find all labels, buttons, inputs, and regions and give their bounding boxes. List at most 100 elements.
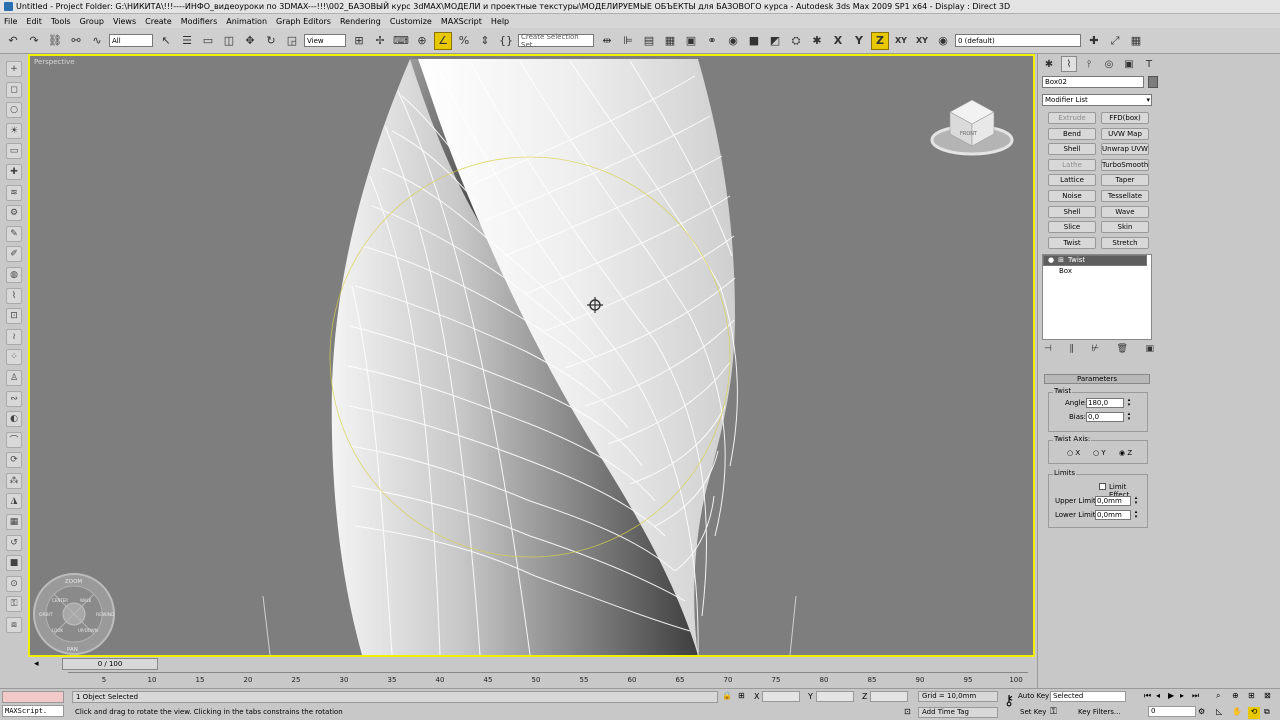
perspective-viewport[interactable]: FRONT ZOOM PAN ORBIT REWIND CENTER WALK … — [28, 54, 1035, 657]
motion-tab-icon[interactable]: ◎ — [1101, 56, 1117, 72]
current-frame-field[interactable]: 0 — [1148, 706, 1196, 717]
bind-space-warp-icon[interactable]: ∿ — [88, 32, 106, 50]
modifier-taper-button[interactable]: Taper — [1101, 174, 1149, 187]
particles-icon[interactable]: ⁘ — [6, 349, 22, 366]
wheel-center-label[interactable]: CENTER — [52, 598, 68, 603]
axis-z-radio[interactable]: ◉ Z — [1119, 449, 1132, 457]
wheel-rewind-label[interactable]: REWIND — [96, 612, 115, 618]
add-to-layer-icon[interactable]: ⤢ — [1106, 32, 1124, 50]
viewport-label[interactable]: Perspective — [34, 58, 75, 66]
wheel-zoom-label[interactable]: ZOOM — [65, 579, 82, 585]
reference-coordinate-dropdown[interactable]: View — [304, 34, 346, 47]
angle-spinner[interactable]: ▴ ▾ — [1126, 398, 1132, 408]
angle-snap-icon[interactable]: ∠ — [434, 31, 452, 50]
sphere-icon[interactable]: ◍ — [6, 266, 22, 283]
maximize-viewport-icon[interactable]: ⧉ — [1264, 707, 1270, 717]
redo-icon[interactable]: ↷ — [25, 32, 43, 50]
wheel-orbit-label[interactable]: ORBIT — [39, 612, 53, 618]
wheel-look-label[interactable]: LOOK — [52, 628, 63, 633]
modifier-bend-button[interactable]: Bend — [1048, 127, 1096, 140]
modifier-ffd-box-button[interactable]: FFD(box) — [1101, 112, 1149, 124]
geometry-icon[interactable]: ◻ — [6, 81, 22, 98]
bone-icon[interactable]: ⌇ — [6, 287, 22, 304]
menu-create[interactable]: Create — [145, 17, 172, 26]
modifier-uvw-map-button[interactable]: UVW Map — [1101, 127, 1149, 140]
menu-views[interactable]: Views — [113, 17, 136, 26]
auto-key-button[interactable]: Auto Key — [1018, 692, 1049, 700]
manipulate-icon[interactable]: ✢ — [371, 32, 389, 50]
menu-tools[interactable]: Tools — [51, 17, 71, 26]
viewport-canvas[interactable]: FRONT ZOOM PAN ORBIT REWIND CENTER WALK … — [30, 56, 1033, 655]
axis-y-radio[interactable]: ○ Y — [1093, 449, 1106, 457]
upper-limit-spinner[interactable]: ▴ ▾ — [1133, 496, 1139, 506]
material-editor-icon[interactable]: ◉ — [724, 32, 742, 50]
object-color-swatch[interactable] — [1148, 76, 1158, 88]
display-tab-icon[interactable]: ▣ — [1121, 56, 1137, 72]
align-icon[interactable]: ⊫ — [619, 32, 637, 50]
set-key-icon[interactable]: ⚷ — [1004, 693, 1014, 709]
wheel-pan-label[interactable]: PAN — [67, 647, 78, 653]
terrain-icon[interactable]: ◮ — [6, 493, 22, 510]
graphite-tool-icon[interactable]: ✎ — [6, 225, 22, 242]
modifier-list-dropdown[interactable]: Modifier List ▾ — [1042, 94, 1152, 106]
maxscript-listener-pink[interactable] — [2, 691, 64, 703]
lock-icon[interactable]: ⚿ — [6, 596, 22, 613]
mesh-icon[interactable]: ▦ — [6, 514, 22, 531]
steering-wheel[interactable]: ZOOM PAN ORBIT REWIND CENTER WALK LOOK U… — [33, 573, 115, 655]
selection-filter-dropdown[interactable]: All — [109, 34, 153, 47]
key-icon[interactable]: ⚿ — [1050, 707, 1057, 717]
show-end-result-icon[interactable]: ∥ — [1069, 344, 1074, 358]
modifier-noise-button[interactable]: Noise — [1048, 189, 1096, 202]
remove-modifier-icon[interactable]: 🗑 — [1117, 344, 1128, 358]
schematic-view-icon[interactable]: ⚭ — [703, 32, 721, 50]
loft-icon[interactable]: ⌒ — [6, 431, 22, 448]
modifier-turbosmooth-button[interactable]: TurboSmooth — [1101, 158, 1149, 171]
y-coord-field[interactable] — [816, 691, 854, 702]
go-to-end-icon[interactable]: ⏭ — [1192, 691, 1199, 701]
lock-selection-icon[interactable]: 🔒 — [722, 691, 732, 700]
edit-named-selection-icon[interactable]: {} — [497, 32, 515, 50]
create-icon[interactable]: + — [6, 61, 22, 77]
create-tab-icon[interactable]: ✱ — [1041, 56, 1057, 72]
add-time-tag[interactable]: Add Time Tag — [918, 707, 998, 718]
make-unique-icon[interactable]: ⊬ — [1091, 344, 1099, 358]
modifier-extrude-button[interactable]: Extrude — [1048, 112, 1096, 124]
render-production-icon[interactable]: ✱ — [808, 32, 826, 50]
axis-x-radio[interactable]: ○ X — [1067, 449, 1080, 457]
menu-graph-editors[interactable]: Graph Editors — [276, 17, 331, 26]
shapes-icon[interactable]: ○ — [6, 102, 22, 119]
z-coord-field[interactable] — [870, 691, 908, 702]
graphite-icon[interactable]: ▦ — [661, 32, 679, 50]
parameters-rollout-header[interactable]: Parameters — [1044, 374, 1150, 384]
modifier-twist-button[interactable]: Twist — [1048, 236, 1096, 249]
cloth-icon[interactable]: ⊡ — [6, 308, 22, 325]
helpers-icon[interactable]: ✚ — [6, 163, 22, 180]
keyboard-shortcut-icon[interactable]: ⌨ — [392, 32, 410, 50]
boolean-icon[interactable]: ◐ — [6, 411, 22, 428]
cycle-icon[interactable]: ↺ — [6, 534, 22, 551]
x-coord-field[interactable] — [762, 691, 800, 702]
modifier-lattice-button[interactable]: Lattice — [1048, 174, 1096, 187]
zoom-extents-all-icon[interactable]: ⊠ — [1264, 691, 1271, 700]
frame-icon[interactable]: ⧈ — [6, 617, 22, 634]
hair-icon[interactable]: ≀ — [6, 328, 22, 345]
menu-edit[interactable]: Edit — [26, 17, 42, 26]
play-icon[interactable]: ▶ — [1168, 691, 1174, 700]
modifier-lathe-button[interactable]: Lathe — [1048, 158, 1096, 171]
morph-icon[interactable]: ⟳ — [6, 452, 22, 469]
rectangular-selection-icon[interactable]: ▭ — [199, 32, 217, 50]
scatter-icon[interactable]: ⁂ — [6, 472, 22, 489]
modifier-skin-button[interactable]: Skin — [1101, 221, 1149, 234]
render-icon[interactable]: ⛭ — [787, 32, 805, 50]
time-config-icon[interactable]: ◂ — [34, 659, 39, 669]
undo-icon[interactable]: ↶ — [4, 32, 22, 50]
modifier-shell-2-button[interactable]: Shell — [1048, 205, 1096, 218]
modifier-wave-button[interactable]: Wave — [1101, 205, 1149, 218]
object-name-field[interactable]: Box02 — [1042, 76, 1144, 88]
hierarchy-tab-icon[interactable]: ⫯ — [1081, 56, 1097, 72]
time-slider[interactable]: 0 / 100 — [62, 658, 158, 670]
unlink-icon[interactable]: ⚯ — [67, 32, 85, 50]
layer-dropdown[interactable]: 0 (default) — [955, 34, 1081, 47]
wheel-walk-label[interactable]: WALK — [80, 598, 92, 603]
menu-customize[interactable]: Customize — [390, 17, 432, 26]
